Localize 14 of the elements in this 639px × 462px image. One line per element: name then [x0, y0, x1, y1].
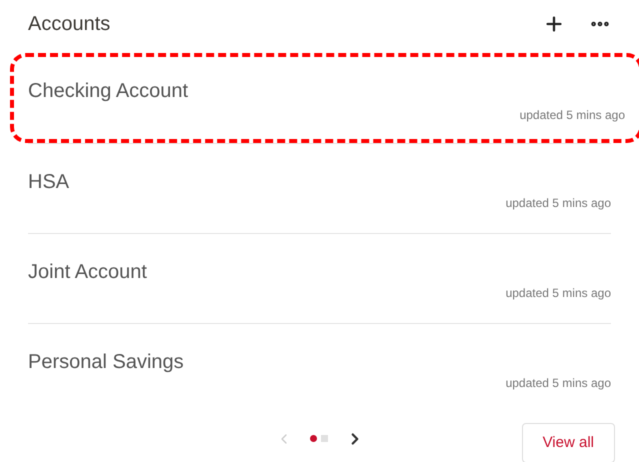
updated-time: updated 5 mins ago: [506, 197, 611, 210]
account-row[interactable]: Checking Account updated 5 mins ago: [10, 53, 639, 144]
account-row[interactable]: HSA updated 5 mins ago: [28, 143, 611, 234]
account-name: Personal Savings: [28, 352, 185, 372]
account-row[interactable]: Personal Savings updated 5 mins ago: [28, 323, 611, 414]
account-name: Joint Account: [28, 262, 148, 282]
account-row[interactable]: Joint Account updated 5 mins ago: [28, 233, 611, 324]
account-name: Checking Account: [28, 81, 190, 102]
updated-time: updated 5 mins ago: [506, 377, 611, 390]
updated-time: updated 5 mins ago: [506, 287, 611, 300]
account-name: HSA: [28, 172, 70, 192]
view-all-button[interactable]: View all: [522, 423, 615, 462]
accounts-title: Accounts: [28, 12, 110, 37]
updated-time: updated 5 mins ago: [520, 109, 625, 122]
